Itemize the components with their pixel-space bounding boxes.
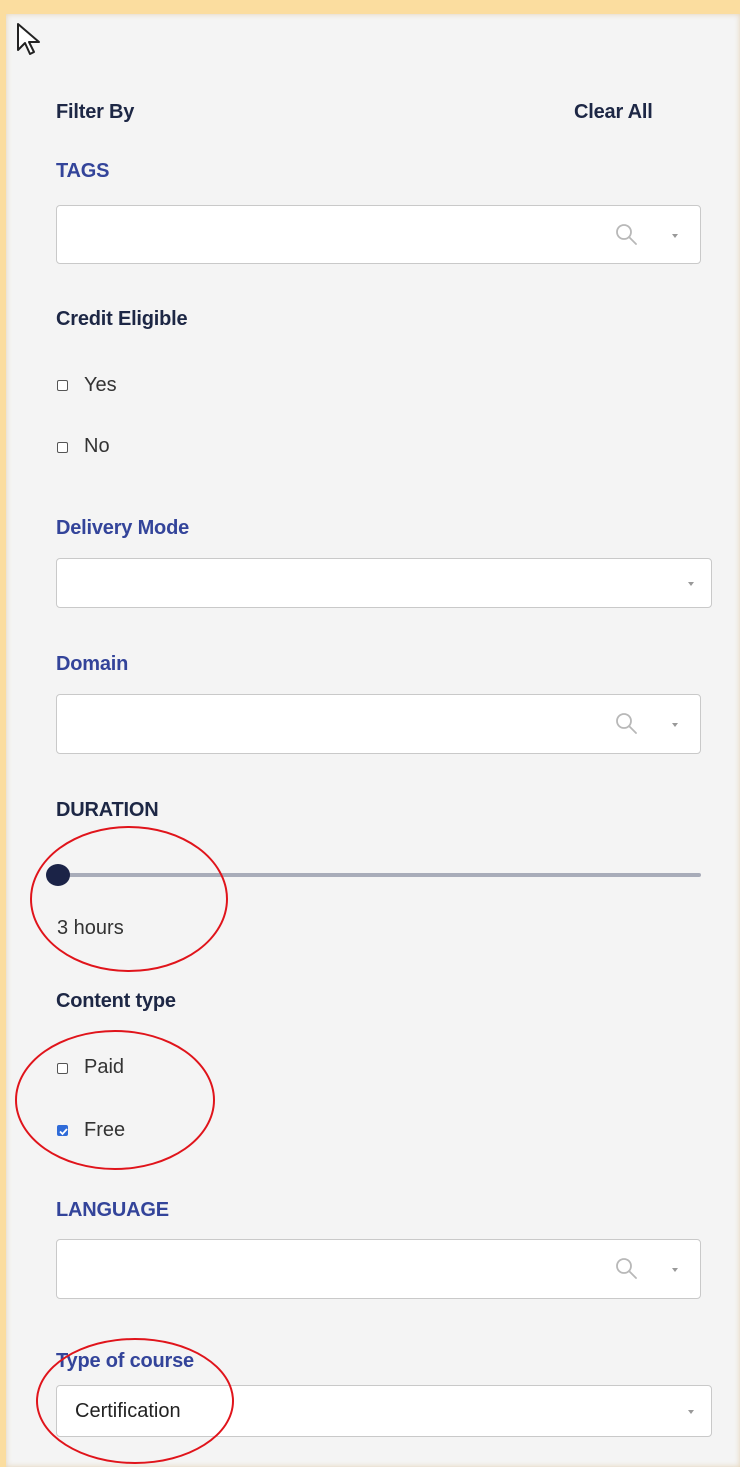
credit-no-checkbox[interactable] [57,442,68,453]
annotation-circle-duration [30,826,228,972]
search-icon[interactable] [614,711,640,737]
credit-yes-label[interactable]: Yes [84,374,117,397]
caret-down-icon[interactable] [687,1409,695,1415]
search-icon[interactable] [614,222,640,248]
domain-label: Domain [56,653,129,675]
caret-down-icon[interactable] [671,722,679,728]
annotation-circle-type-of-course [36,1338,234,1464]
caret-down-icon[interactable] [687,581,695,587]
pointer-cursor-icon [17,23,40,55]
content-type-label: Content type [56,990,176,1012]
annotation-circle-content-type [15,1030,215,1170]
domain-select[interactable] [56,694,701,754]
clear-all-link[interactable]: Clear All [574,101,653,124]
tags-label: TAGS [56,160,110,182]
search-icon[interactable] [614,1256,640,1282]
caret-down-icon[interactable] [671,1267,679,1273]
tags-select[interactable] [56,205,701,264]
duration-label: DURATION [56,799,159,821]
filter-by-title: Filter By [56,101,135,123]
caret-down-icon[interactable] [671,233,679,239]
credit-yes-checkbox[interactable] [57,380,68,391]
delivery-mode-label: Delivery Mode [56,517,190,539]
language-label: LANGUAGE [56,1199,169,1221]
credit-no-label[interactable]: No [84,435,110,458]
language-select[interactable] [56,1239,701,1299]
delivery-mode-select[interactable] [56,558,712,608]
credit-eligible-label: Credit Eligible [56,308,188,330]
